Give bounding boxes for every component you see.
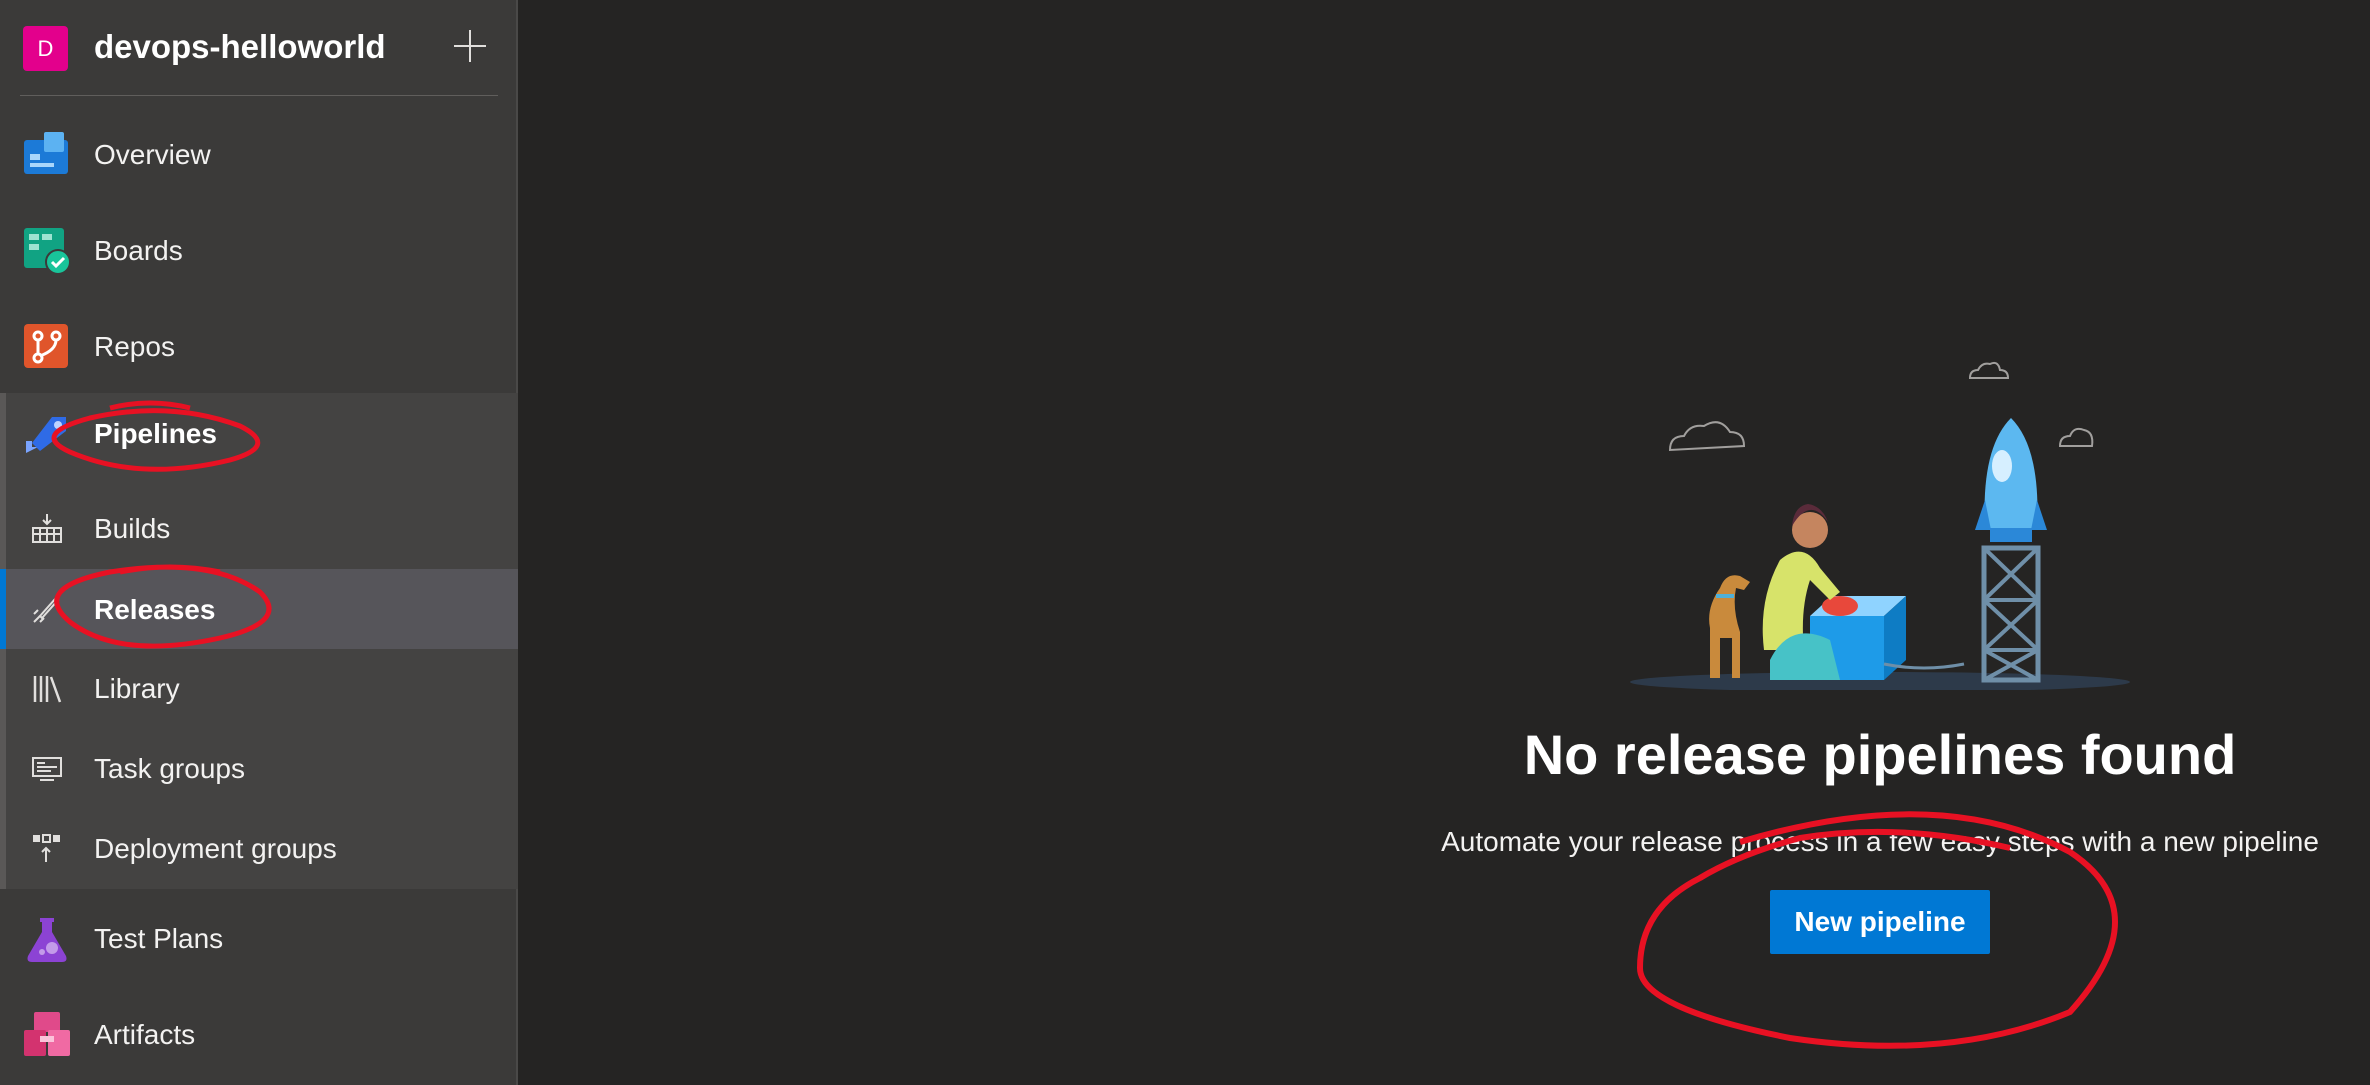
nav-item-library[interactable]: Library [0,665,518,713]
deployment-groups-icon [33,834,60,862]
test-plans-icon [27,918,67,962]
nav-label: Releases [94,594,216,625]
boards-icon [24,228,71,275]
project-avatar[interactable]: D [23,26,68,71]
nav-item-artifacts[interactable]: Artifacts [0,1008,518,1062]
add-icon[interactable] [448,24,492,68]
nav-item-overview[interactable]: Overview [0,128,518,182]
empty-state-subtitle: Automate your release process in a few e… [1441,826,2319,857]
project-name[interactable]: devops-helloworld [94,28,386,66]
overview-icon [24,132,68,174]
pipelines-group: Pipelines Builds Releases Library Task g… [0,393,518,889]
nav-label: Builds [94,513,171,544]
nav-label: Artifacts [94,1019,196,1050]
nav-label: Library [94,673,180,704]
artifacts-icon [24,1012,70,1056]
nav-item-task-groups[interactable]: Task groups [0,745,518,793]
nav-label: Pipelines [94,418,217,449]
library-icon [33,676,62,703]
nav-label: Repos [94,331,175,362]
releases-icon [33,596,60,623]
project-header: D devops-helloworld [0,0,518,96]
nav-item-deployment-groups[interactable]: Deployment groups [0,825,518,873]
divider [20,95,498,96]
nav-item-boards[interactable]: Boards [0,224,518,278]
nav-item-builds[interactable]: Builds [0,505,518,553]
rocket-launch-illustration [1630,361,2130,690]
pipelines-icon [26,417,66,453]
nav-label: Overview [94,139,211,170]
nav-item-releases[interactable]: Releases [0,569,518,649]
nav-item-test-plans[interactable]: Test Plans [0,912,518,966]
builds-icon [32,514,62,543]
task-groups-icon [32,757,62,781]
sidebar: D devops-helloworld Overview Boards Repo… [0,0,518,1085]
nav-item-pipelines[interactable]: Pipelines [0,393,518,473]
app-window: D devops-helloworld Overview Boards Repo… [0,0,2370,1085]
empty-state-title: No release pipelines found [1523,723,2237,786]
new-pipeline-button[interactable]: New pipeline [1770,890,1990,954]
selection-indicator [0,569,6,649]
nav-item-repos[interactable]: Repos [0,320,518,374]
nav-label: Deployment groups [94,833,337,864]
repos-icon [24,324,68,368]
nav-label: Boards [94,235,183,266]
nav-label: Task groups [94,753,245,784]
nav-label: Test Plans [94,923,224,954]
